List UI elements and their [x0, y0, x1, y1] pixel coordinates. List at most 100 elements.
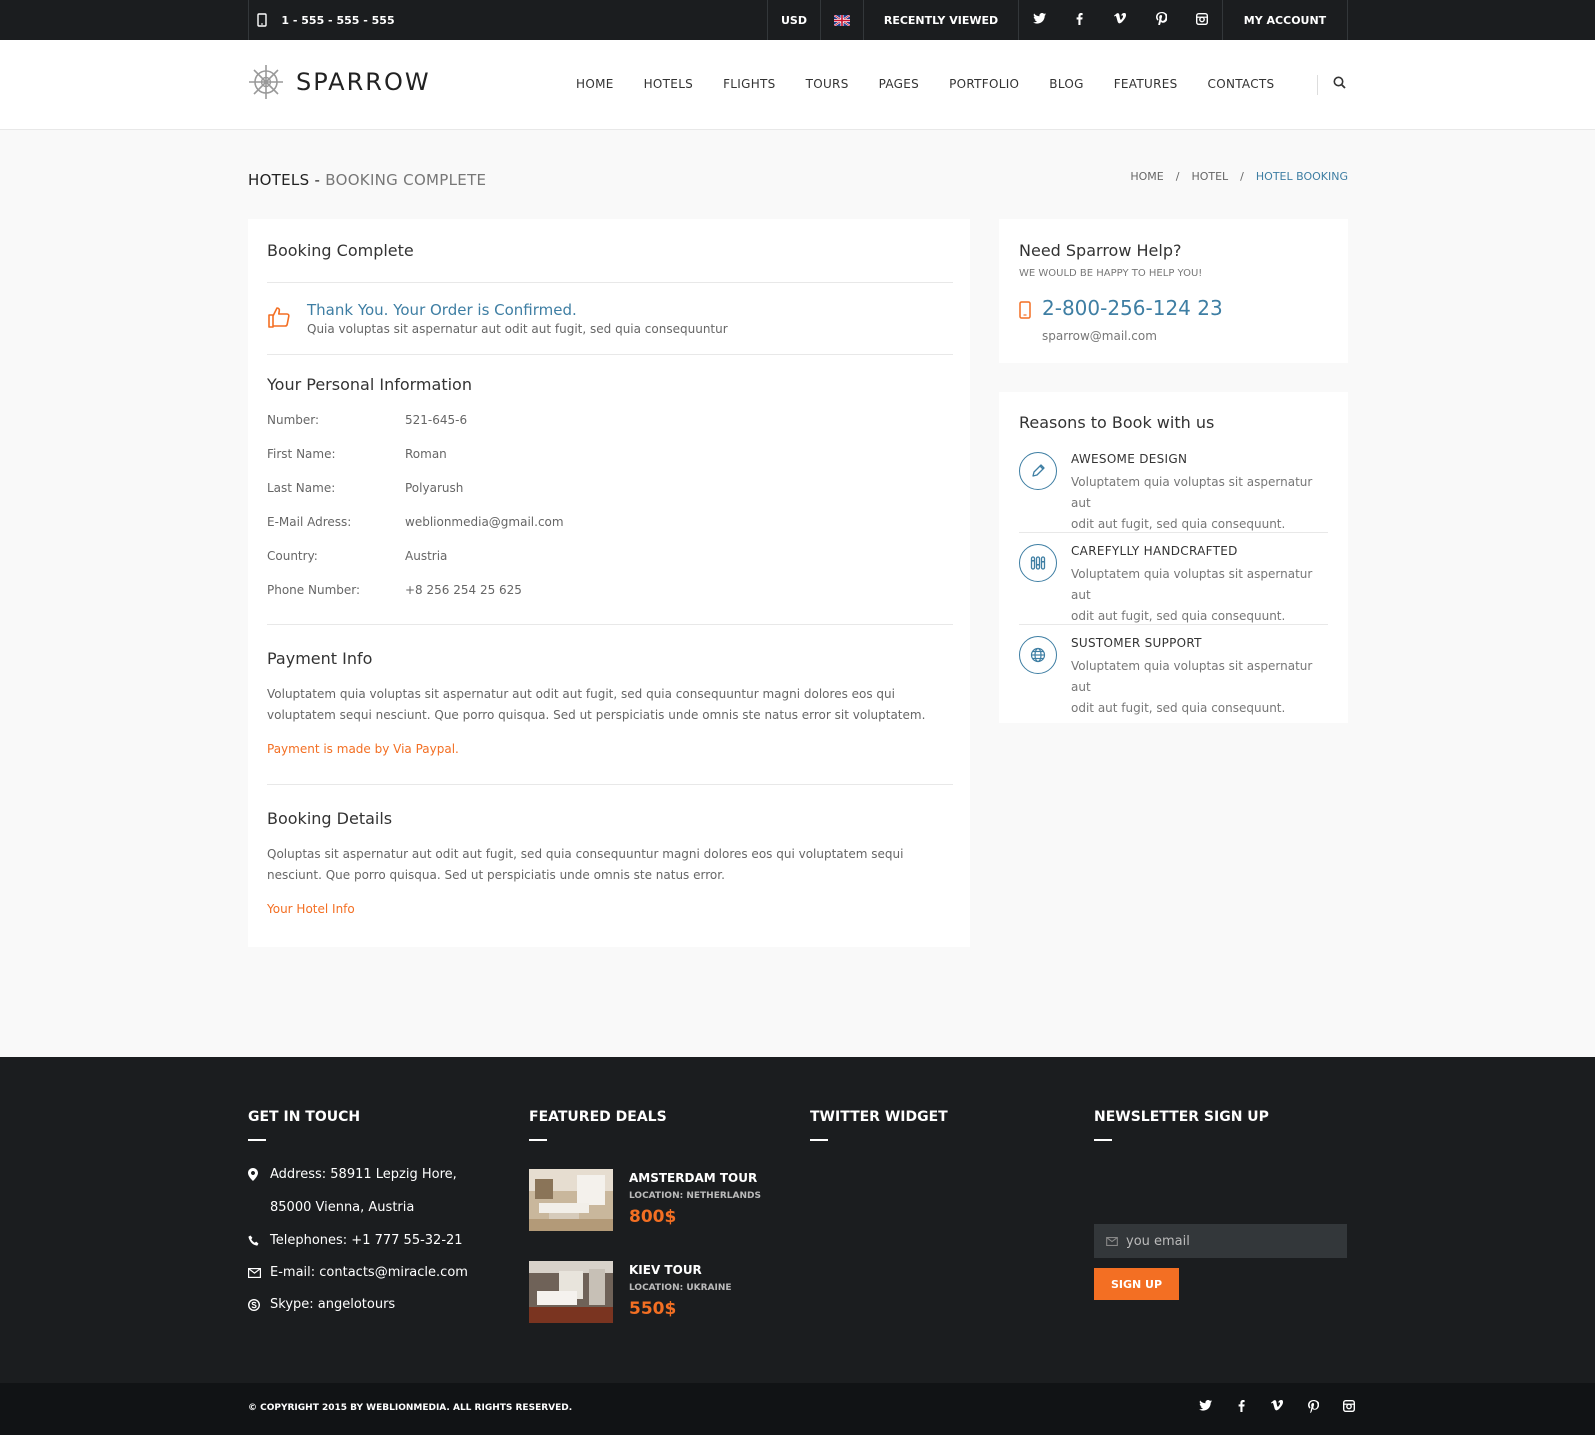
reason-text-line: Voluptatem quia voluptas sit aspernatur … [1071, 567, 1313, 602]
deal-location: LOCATION: UKRAINE [629, 1283, 732, 1293]
booking-complete-card: Booking Complete Thank You. Your Order i… [248, 219, 970, 947]
deal-price: 550$ [629, 1299, 677, 1319]
newsletter-email-input[interactable] [1126, 1233, 1326, 1249]
vimeo-icon[interactable] [1259, 1400, 1295, 1416]
divider [1019, 624, 1328, 625]
breadcrumb-home[interactable]: HOME [1130, 170, 1163, 183]
payment-text-line: Voluptatem quia voluptas sit aspernatur … [267, 687, 895, 701]
recently-viewed-link[interactable]: RECENTLY VIEWED [863, 0, 1018, 40]
footer-address-line: 85000 Vienna, Austria [270, 1200, 415, 1215]
footer-heading: GET IN TOUCH [248, 1109, 361, 1125]
reason-title: SUSTOMER SUPPORT [1071, 636, 1202, 650]
footer-address: 85000 Vienna, Austria [270, 1200, 414, 1215]
divider [267, 282, 953, 283]
heading-underline [810, 1139, 828, 1141]
booking-text-line: Qoluptas sit aspernatur aut odit aut fug… [267, 847, 904, 861]
nav-tours[interactable]: TOURS [806, 77, 849, 91]
bottom-social-links [1187, 1399, 1367, 1416]
instagram-icon[interactable] [1184, 12, 1220, 28]
info-label: Last Name: [267, 481, 336, 495]
footer-heading: NEWSLETTER SIGN UP [1094, 1109, 1269, 1125]
footer-email-text[interactable]: E-mail: contacts@miracle.com [270, 1265, 468, 1280]
language-selector[interactable] [820, 0, 863, 40]
currency-selector[interactable]: USD [767, 0, 820, 40]
heading-underline [529, 1139, 547, 1141]
footer-heading: TWITTER WIDGET [810, 1109, 948, 1125]
twitter-icon[interactable] [1187, 1400, 1223, 1416]
instagram-icon[interactable] [1331, 1399, 1367, 1416]
heading-underline [248, 1139, 266, 1141]
top-phone: 1 - 555 - 555 - 555 [248, 0, 403, 40]
deal-title[interactable]: AMSTERDAM TOUR [629, 1171, 757, 1185]
booking-text: Qoluptas sit aspernatur aut odit aut fug… [267, 844, 953, 886]
twitter-icon[interactable] [1021, 13, 1057, 27]
hotel-info-link[interactable]: Your Hotel Info [267, 902, 953, 916]
info-row: Number: 521-645-6 [267, 413, 467, 427]
logo[interactable]: SPARROW [248, 64, 431, 100]
reason-item: SUSTOMER SUPPORT Voluptatem quia volupta… [1019, 636, 1328, 716]
pinterest-icon[interactable] [1295, 1400, 1331, 1416]
page-title-sub: BOOKING COMPLETE [325, 171, 487, 189]
nav-portfolio[interactable]: PORTFOLIO [949, 77, 1019, 91]
booking-details-heading: Booking Details [267, 809, 393, 828]
info-row: Last Name: Polyarush [267, 481, 463, 495]
globe-icon [1019, 636, 1057, 674]
footer-twitter-column: TWITTER WIDGET [810, 1109, 1050, 1141]
confirm-title: Thank You. Your Order is Confirmed. [307, 301, 577, 319]
facebook-icon[interactable] [1223, 1400, 1259, 1416]
info-value: Austria [405, 549, 448, 563]
reason-title: CAREFYLLY HANDCRAFTED [1071, 544, 1238, 558]
signup-button[interactable]: SIGN UP [1094, 1268, 1179, 1300]
nav-blog[interactable]: BLOG [1049, 77, 1083, 91]
logo-text: SPARROW [296, 68, 431, 96]
info-value: Roman [405, 447, 447, 461]
nav-home[interactable]: HOME [576, 77, 614, 91]
top-bar: 1 - 555 - 555 - 555 USD RECENTLY VIEWED … [0, 0, 1595, 40]
bottom-bar: © COPYRIGHT 2015 BY WEBLIONMEDIA. ALL RI… [0, 1383, 1595, 1435]
nav-divider [1317, 75, 1318, 95]
vimeo-icon[interactable] [1102, 13, 1138, 27]
search-icon[interactable] [1333, 76, 1346, 89]
newsletter-email-field[interactable] [1094, 1224, 1347, 1258]
deal-image[interactable] [529, 1169, 613, 1231]
reasons-widget: Reasons to Book with us AWESOME DESIGN V… [999, 392, 1348, 723]
my-account-link[interactable]: MY ACCOUNT [1222, 0, 1348, 40]
nav-pages[interactable]: PAGES [879, 77, 919, 91]
breadcrumb-hotel-booking: HOTEL BOOKING [1255, 170, 1348, 183]
nav-contacts[interactable]: CONTACTS [1208, 77, 1275, 91]
reason-text: Voluptatem quia voluptas sit aspernatur … [1071, 472, 1326, 535]
mobile-icon [257, 13, 268, 27]
nav-flights[interactable]: FLIGHTS [723, 77, 776, 91]
info-row: Country: Austria [267, 549, 447, 563]
page-title: HOTELS - BOOKING COMPLETE [248, 171, 486, 189]
booking-complete-heading: Booking Complete [267, 241, 414, 260]
footer-heading: FEATURED DEALS [529, 1109, 667, 1125]
breadcrumb: HOME / HOTEL / HOTEL BOOKING [1130, 170, 1348, 183]
info-value: 521-645-6 [405, 413, 468, 427]
info-label: Number: [267, 413, 320, 427]
nav-hotels[interactable]: HOTELS [644, 77, 693, 91]
deal-item[interactable]: KIEV TOUR LOCATION: UKRAINE 550$ [529, 1261, 769, 1323]
payment-link[interactable]: Payment is made by Via Paypal. [267, 742, 953, 756]
ship-wheel-icon [249, 65, 283, 99]
divider [267, 784, 953, 785]
footer-deals-column: FEATURED DEALS AMSTERDAM TOUR LOCATION: … [529, 1109, 779, 1323]
deal-title[interactable]: KIEV TOUR [629, 1263, 702, 1277]
facebook-icon[interactable] [1062, 12, 1098, 28]
info-row: Phone Number: +8 256 254 25 625 [267, 583, 522, 597]
help-phone[interactable]: 2-800-256-124 23 [1042, 296, 1223, 320]
mobile-icon [1019, 301, 1031, 319]
breadcrumb-hotel[interactable]: HOTEL [1191, 170, 1228, 183]
uk-flag-icon [834, 14, 850, 26]
heading-underline [1094, 1139, 1112, 1141]
reason-item: CAREFYLLY HANDCRAFTED Voluptatem quia vo… [1019, 544, 1328, 624]
nav-features[interactable]: FEATURES [1114, 77, 1178, 91]
help-email[interactable]: sparrow@mail.com [1042, 329, 1157, 343]
info-value: +8 256 254 25 625 [405, 583, 522, 597]
reason-text: Voluptatem quia voluptas sit aspernatur … [1071, 564, 1326, 627]
deal-item[interactable]: AMSTERDAM TOUR LOCATION: NETHERLANDS 800… [529, 1169, 769, 1231]
footer-skype-text: Skype: angelotours [270, 1297, 396, 1312]
deal-image[interactable] [529, 1261, 613, 1323]
pinterest-icon[interactable] [1143, 12, 1179, 28]
footer-telephone-text: Telephones: +1 777 55-32-21 [270, 1233, 463, 1248]
